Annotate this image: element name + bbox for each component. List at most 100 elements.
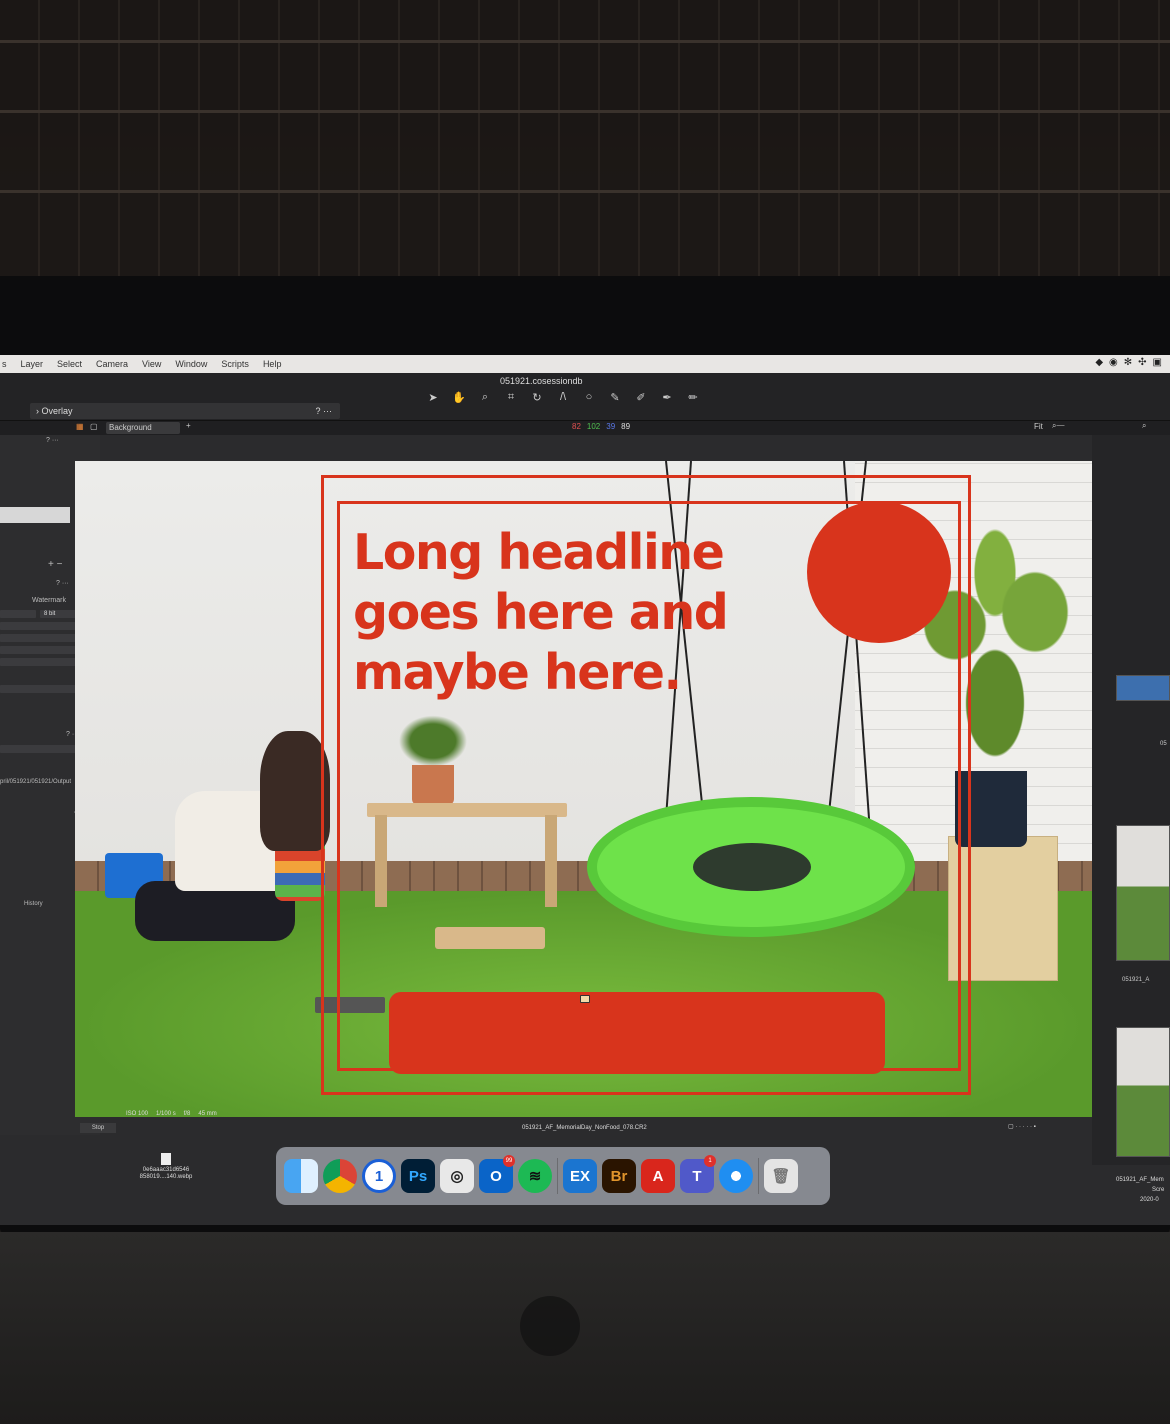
headline-line: maybe here.	[353, 644, 682, 701]
desktop-file[interactable]: 0e6aaac31d6546 858019....140.webp	[130, 1153, 202, 1181]
viewer-subbar: ▦ ▢ Background + 82 102 39 89 Fit ⌕━ ⌕	[0, 421, 1170, 435]
settings-icon[interactable]: ✻	[1124, 357, 1132, 368]
bridge-icon[interactable]: Br	[602, 1159, 636, 1193]
overlay-label: Overlay	[41, 406, 73, 416]
apple-logo	[520, 1296, 580, 1356]
focal-length-value: 45 mm	[198, 1111, 217, 1117]
brush-tool-icon[interactable]: ✎	[607, 391, 623, 404]
keystone-tool-icon[interactable]: /\	[555, 391, 571, 404]
spotify-icon[interactable]: ≋	[518, 1159, 552, 1193]
headline-line: goes here and	[353, 584, 729, 641]
monitor-chin	[0, 1232, 1170, 1424]
eraser-tool-icon[interactable]: ✐	[633, 391, 649, 404]
thumbnail-label: 051921_A	[1122, 977, 1150, 983]
1password-icon[interactable]: 1	[362, 1159, 396, 1193]
help-menu-icon[interactable]: ? ···	[56, 580, 69, 587]
outlook-badge: 99	[503, 1155, 515, 1167]
safari-icon[interactable]	[719, 1159, 753, 1193]
file-name-line: 858019....140.webp	[139, 1174, 193, 1180]
capture-one-icon[interactable]: ◎	[440, 1159, 474, 1193]
bit-depth-select[interactable]: 8 bit	[40, 610, 78, 618]
chrome-icon[interactable]	[323, 1159, 357, 1193]
image-icon	[580, 995, 590, 1003]
menu-bar: s Layer Select Camera View Window Script…	[0, 355, 1170, 373]
menu-window[interactable]: Window	[175, 359, 207, 369]
panel-field[interactable]	[0, 658, 80, 666]
menu-help[interactable]: Help	[263, 359, 282, 369]
output-path: pril/051921/051921/Output	[0, 779, 72, 785]
chevron-right-icon: ›	[36, 406, 39, 416]
history-tab[interactable]: History	[24, 901, 43, 907]
rotate-tool-icon[interactable]: ↻	[529, 391, 545, 404]
tools-icon[interactable]: ✣	[1138, 357, 1146, 368]
zoom-fit-label[interactable]: Fit	[1034, 422, 1043, 431]
menu-view[interactable]: View	[142, 359, 161, 369]
add-remove-icon[interactable]: + −	[48, 559, 62, 570]
add-layer-icon[interactable]: +	[186, 421, 191, 430]
photo-stage: s Layer Select Camera View Window Script…	[0, 0, 1170, 1424]
zoom-tool-icon[interactable]: ⌕	[477, 391, 493, 404]
menu-select[interactable]: Select	[57, 359, 82, 369]
red-value: 82	[572, 422, 581, 431]
users-icon[interactable]: ◉	[1109, 357, 1118, 368]
zoom-slider-icon[interactable]: ⌕━	[1052, 421, 1064, 431]
filmstrip: 05 051921_A	[1092, 435, 1170, 1165]
thumbnail-selected[interactable]	[1116, 825, 1170, 961]
finder-icon[interactable]	[284, 1159, 318, 1193]
panel-field[interactable]	[0, 685, 80, 693]
picker-tool-icon[interactable]: ✒	[659, 391, 675, 404]
viewer-options-icon[interactable]: ▢ · · · · · ▪	[1008, 1123, 1036, 1130]
outlook-wrapper: O 99	[479, 1155, 515, 1193]
trash-icon[interactable]: 🗑	[764, 1159, 798, 1193]
color-readout: 82 102 39 89	[572, 422, 630, 431]
panel-field[interactable]	[0, 634, 80, 642]
pan-tool-icon[interactable]: ✋	[451, 391, 467, 404]
panel-field[interactable]	[0, 622, 80, 630]
capture-info-bar: ISO 100 1/100 s f/8 45 mm 051921_AF_Memo…	[120, 1111, 1090, 1131]
help-menu-icon[interactable]: ? ···	[46, 437, 59, 444]
panel-field[interactable]	[0, 745, 80, 753]
menu-scripts[interactable]: Scripts	[221, 359, 249, 369]
panel-preview	[0, 507, 70, 523]
spot-tool-icon[interactable]: ○	[581, 391, 597, 404]
annotate-tool-icon[interactable]: ✏	[685, 391, 701, 404]
dock-divider	[557, 1158, 558, 1194]
acrobat-icon[interactable]: A	[641, 1159, 675, 1193]
luma-value: 89	[621, 422, 631, 431]
overlay-headline: Long headline goes here and maybe here.	[353, 523, 773, 703]
app-toolbar: 051921.cosessiondb › Overlay ? ··· ➤ ✋ ⌕…	[0, 373, 1170, 421]
shield-icon[interactable]: ◆	[1095, 357, 1103, 368]
layer-select[interactable]: Background	[106, 422, 180, 434]
panel-field[interactable]	[0, 610, 36, 618]
thumbnail[interactable]	[1116, 1027, 1170, 1157]
exif-readout: ISO 100 1/100 s f/8 45 mm	[126, 1111, 217, 1117]
menu-layer[interactable]: Layer	[21, 359, 44, 369]
shelf-wire	[0, 40, 1170, 43]
teams-badge: 1	[704, 1155, 716, 1167]
document-title: 051921.cosessiondb	[500, 376, 583, 386]
screen: s Layer Select Camera View Window Script…	[0, 355, 1170, 1225]
pointer-tool-icon[interactable]: ➤	[425, 391, 441, 404]
document-icon	[161, 1153, 171, 1165]
overlay-tool-header[interactable]: › Overlay ? ···	[30, 403, 340, 419]
stop-button[interactable]: Stop	[80, 1123, 116, 1133]
search-icon[interactable]: ⌕	[1142, 421, 1146, 431]
panel-field[interactable]	[0, 646, 80, 654]
headline-line: Long headline	[353, 524, 725, 581]
overlay-cta-bar	[389, 992, 885, 1074]
grid-view-icon[interactable]: ▦	[76, 422, 84, 431]
image-viewer[interactable]: Long headline goes here and maybe here.	[75, 461, 1092, 1117]
help-menu-button[interactable]: ? ···	[316, 403, 333, 419]
filmstrip-side-text: 05	[1160, 741, 1167, 747]
menu-item[interactable]: s	[2, 359, 7, 369]
single-view-icon[interactable]: ▢	[90, 422, 98, 431]
thumbnail[interactable]	[1116, 675, 1170, 701]
printer-icon[interactable]: ▣	[1153, 357, 1162, 368]
photoshop-icon[interactable]: Ps	[401, 1159, 435, 1193]
watermark-label: Watermark	[32, 597, 66, 604]
menu-camera[interactable]: Camera	[96, 359, 128, 369]
crop-tool-icon[interactable]: ⌗	[503, 391, 519, 404]
desktop-file-label: 2020-0	[1140, 1197, 1159, 1203]
exchange-icon[interactable]: EX	[563, 1159, 597, 1193]
person-kneeling	[135, 731, 335, 961]
